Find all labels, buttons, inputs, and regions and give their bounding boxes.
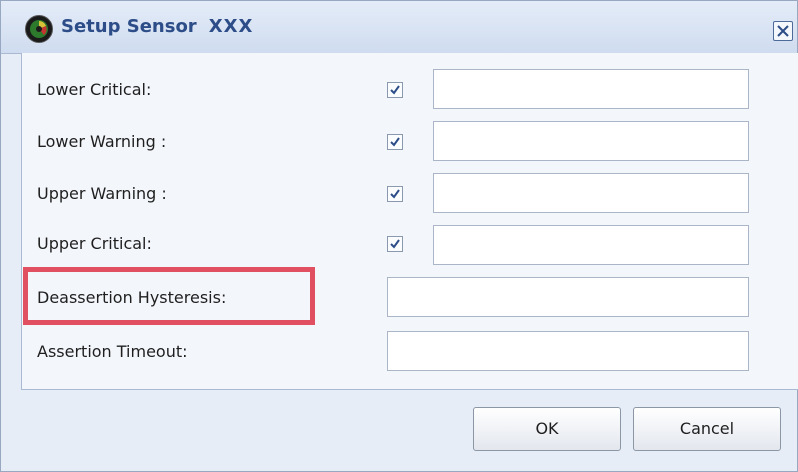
lower-critical-checkbox[interactable]	[387, 82, 403, 98]
close-button[interactable]	[773, 21, 793, 41]
assertion-timeout-input[interactable]	[387, 331, 749, 371]
close-icon	[777, 25, 789, 37]
lower-warning-input[interactable]	[433, 121, 749, 161]
checkmark-icon	[390, 239, 400, 249]
ok-button[interactable]: OK	[473, 407, 621, 451]
upper-critical-checkbox[interactable]	[387, 236, 403, 252]
highlight-box	[23, 267, 315, 325]
upper-warning-checkbox[interactable]	[387, 186, 403, 202]
lower-warning-label: Lower Warning :	[37, 132, 167, 151]
upper-warning-label: Upper Warning :	[37, 184, 167, 203]
sensor-gauge-icon	[25, 15, 53, 43]
cancel-button[interactable]: Cancel	[633, 407, 781, 451]
lower-critical-input[interactable]	[433, 69, 749, 109]
deassertion-hysteresis-input[interactable]	[387, 277, 749, 317]
upper-warning-input[interactable]	[433, 173, 749, 213]
checkmark-icon	[390, 189, 400, 199]
lower-critical-label: Lower Critical:	[37, 80, 152, 99]
dialog-title-sensor-name: XXX	[208, 16, 254, 37]
lower-warning-checkbox[interactable]	[387, 134, 403, 150]
dialog-title: Setup Sensor XXX	[61, 16, 254, 37]
upper-critical-input[interactable]	[433, 225, 749, 265]
checkmark-icon	[390, 85, 400, 95]
setup-sensor-dialog: Setup Sensor XXX Lower Critical: Lower Wa…	[0, 0, 798, 472]
dialog-titlebar: Setup Sensor XXX	[1, 1, 797, 54]
upper-critical-label: Upper Critical:	[37, 234, 152, 253]
checkmark-icon	[390, 137, 400, 147]
assertion-timeout-label: Assertion Timeout:	[37, 342, 188, 361]
